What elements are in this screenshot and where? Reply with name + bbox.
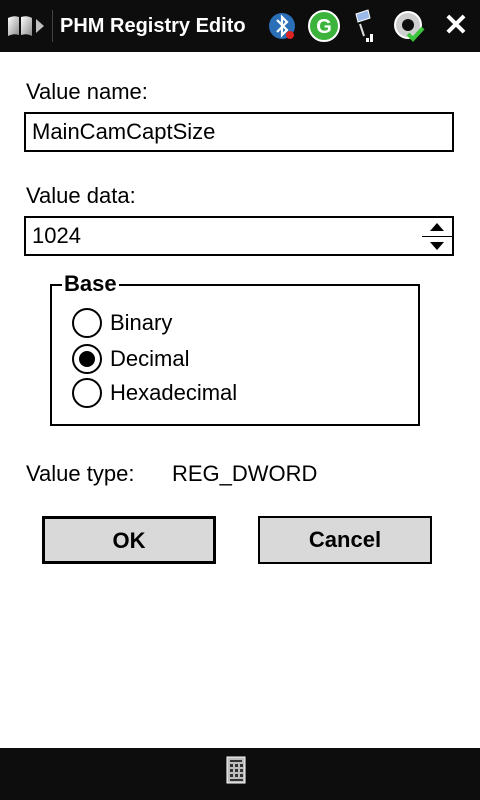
radio-hexadecimal-label[interactable]: Hexadecimal (110, 378, 237, 408)
g-app-icon[interactable]: G (306, 8, 342, 44)
radio-decimal-label[interactable]: Decimal (110, 344, 189, 374)
value-data-spinner[interactable] (422, 216, 454, 256)
ok-button[interactable]: OK (42, 516, 216, 564)
radio-decimal-circle[interactable] (72, 344, 102, 374)
radio-binary-circle[interactable] (72, 308, 102, 338)
title-separator (52, 10, 53, 42)
value-data-field[interactable]: 1024 (24, 216, 424, 256)
bluetooth-icon[interactable] (264, 8, 300, 44)
value-name-label: Value name: (26, 79, 148, 104)
radio-decimal[interactable]: Decimal (72, 342, 272, 374)
signal-icon[interactable] (346, 8, 382, 44)
value-type-value: REG_DWORD (172, 461, 318, 486)
title-bar: PHM Registry Edito G ✕ (0, 0, 480, 52)
close-button[interactable]: ✕ (436, 8, 476, 44)
radio-binary-label[interactable]: Binary (110, 308, 172, 338)
value-name-field[interactable]: MainCamCaptSize (24, 112, 454, 152)
radio-selected-dot (79, 351, 95, 367)
base-group-title: Base (62, 270, 119, 298)
value-type-label: Value type: (26, 461, 135, 486)
value-data-label: Value data: (26, 183, 136, 208)
svg-text:G: G (316, 16, 332, 38)
spin-up-arrow-icon[interactable] (422, 218, 452, 237)
radio-hexadecimal[interactable]: Hexadecimal (72, 376, 292, 408)
sync-check-icon[interactable] (390, 8, 426, 44)
app-title: PHM Registry Edito (60, 15, 246, 37)
windows-start-icon[interactable] (4, 8, 46, 44)
spin-down-arrow-icon[interactable] (422, 237, 452, 255)
cancel-button[interactable]: Cancel (258, 516, 432, 564)
radio-hexadecimal-circle[interactable] (72, 378, 102, 408)
radio-binary[interactable]: Binary (72, 306, 272, 338)
keyboard-icon[interactable] (224, 756, 250, 786)
